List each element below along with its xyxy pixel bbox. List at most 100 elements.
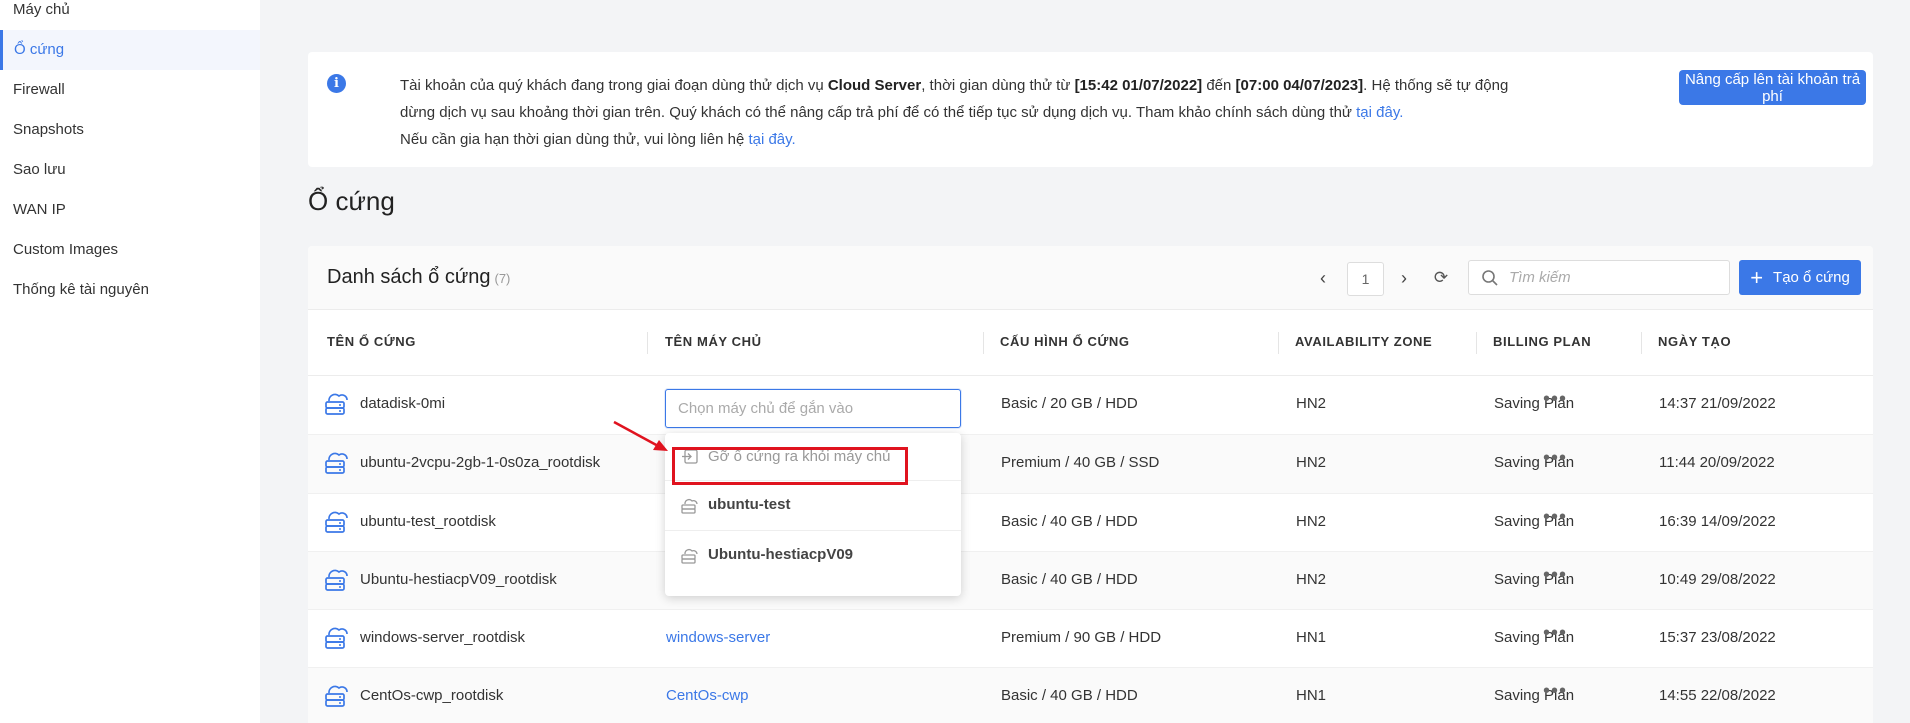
sidebar-item-snapshots[interactable]: Snapshots: [0, 110, 260, 150]
disk-name: ubuntu-2vcpu-2gb-1-0s0za_rootdisk: [360, 454, 601, 471]
notice-text-part: Nếu cần gia hạn thời gian dùng thử, vui …: [400, 131, 749, 148]
disk-name: Ubuntu-hestiacpV09_rootdisk: [360, 571, 557, 588]
disk-icon: [324, 508, 350, 538]
created-date: 14:55 22/08/2022: [1659, 687, 1776, 704]
notice-text-part: . Hệ thống sẽ tự động: [1363, 77, 1509, 94]
sidebar-item-label: Custom Images: [13, 241, 119, 258]
notice-trial-start: [15:42 01/07/2022]: [1074, 77, 1203, 94]
panel-header: Danh sách ổ cứng(7) ‹ 1 › ⟳ + Tạo ổ cứng: [308, 246, 1873, 310]
sidebar-item-firewall[interactable]: Firewall: [0, 70, 260, 110]
trial-notice: i Tài khoản của quý khách đang trong gia…: [308, 52, 1873, 167]
create-disk-button[interactable]: + Tạo ổ cứng: [1739, 260, 1861, 295]
sidebar-item-label: Firewall: [13, 81, 65, 98]
column-header-availability-zone[interactable]: AVAILABILITY ZONE: [1295, 334, 1432, 349]
sidebar-item-resource-stats[interactable]: Thống kê tài nguyên: [0, 270, 260, 310]
panel-title: Danh sách ổ cứng (7): [327, 266, 510, 289]
disk-name: CentOs-cwp_rootdisk: [360, 687, 504, 704]
column-header-disk-config[interactable]: CẤU HÌNH Ổ CỨNG: [1000, 334, 1130, 349]
column-divider: [1278, 332, 1279, 354]
notice-text-part: dừng dịch vụ sau khoảng thời gian trên. …: [400, 104, 1357, 121]
sidebar: Máy chủ Ổ cứng Firewall Snapshots Sao lư…: [0, 0, 260, 723]
contact-link[interactable]: tại đây.: [748, 131, 795, 148]
created-date: 10:49 29/08/2022: [1659, 571, 1776, 588]
plus-icon: +: [1750, 264, 1764, 290]
create-disk-label: Tạo ổ cứng: [1773, 269, 1850, 286]
page-title: Ổ cứng: [308, 186, 395, 216]
trial-policy-link[interactable]: tại đây.: [1356, 104, 1403, 121]
sidebar-item-wan-ip[interactable]: WAN IP: [0, 190, 260, 230]
disk-config: Premium / 90 GB / HDD: [1001, 629, 1162, 646]
disk-config: Basic / 20 GB / HDD: [1001, 395, 1138, 412]
notice-text: Tài khoản của quý khách đang trong giai …: [400, 72, 1540, 153]
availability-zone: HN2: [1296, 454, 1327, 471]
disk-name: windows-server_rootdisk: [360, 629, 526, 646]
column-header-created[interactable]: NGÀY TẠO: [1658, 334, 1731, 349]
column-divider: [1476, 332, 1477, 354]
refresh-icon[interactable]: ⟳: [1428, 265, 1454, 291]
sidebar-item-label: Sao lưu: [13, 161, 66, 178]
sidebar-item-custom-images[interactable]: Custom Images: [0, 230, 260, 270]
availability-zone: HN2: [1296, 395, 1327, 412]
server-icon: [681, 499, 698, 514]
search-input[interactable]: [1509, 261, 1719, 294]
column-divider: [1641, 332, 1642, 354]
more-icon[interactable]: •••: [1543, 564, 1567, 587]
disk-icon: [324, 566, 350, 596]
server-option-label: ubuntu-test: [708, 496, 791, 513]
availability-zone: HN1: [1296, 687, 1327, 704]
panel-title-text: Danh sách ổ cứng: [327, 266, 491, 288]
disk-icon: [324, 624, 350, 654]
disk-icon: [324, 449, 350, 479]
search-icon: [1482, 270, 1498, 286]
more-icon[interactable]: •••: [1543, 506, 1567, 529]
server-name-link[interactable]: windows-server: [666, 629, 770, 646]
more-icon[interactable]: •••: [1543, 622, 1567, 645]
table-row[interactable]: CentOs-cwp_rootdisk CentOs-cwp Basic / 40 …: [308, 668, 1873, 723]
disk-icon: [324, 390, 350, 420]
notice-service: Cloud Server: [827, 77, 922, 94]
disk-name: datadisk-0mi: [360, 395, 446, 412]
created-date: 15:37 23/08/2022: [1659, 629, 1776, 646]
availability-zone: HN2: [1296, 513, 1327, 530]
server-option[interactable]: Ubuntu-hestiacpV09: [665, 531, 961, 581]
disk-config: Basic / 40 GB / HDD: [1001, 513, 1138, 530]
server-option[interactable]: ubuntu-test: [665, 481, 961, 531]
created-date: 16:39 14/09/2022: [1659, 513, 1776, 530]
more-icon[interactable]: •••: [1543, 447, 1567, 470]
chevron-left-icon[interactable]: ‹: [1310, 265, 1336, 291]
upgrade-button[interactable]: Nâng cấp lên tài khoản trả phí: [1679, 70, 1866, 105]
disk-config: Basic / 40 GB / HDD: [1001, 571, 1138, 588]
created-date: 11:44 20/09/2022: [1659, 454, 1775, 471]
column-divider: [647, 332, 648, 354]
main-content: i Tài khoản của quý khách đang trong gia…: [260, 0, 1910, 723]
search-box: [1468, 260, 1730, 295]
column-header-billing-plan[interactable]: BILLING PLAN: [1493, 334, 1591, 349]
column-header-server-name[interactable]: TÊN MÁY CHỦ: [665, 334, 762, 349]
table-row[interactable]: Ubuntu-hestiacpV09_rootdisk Basic / 40 GB…: [308, 552, 1873, 610]
sidebar-item-backup[interactable]: Sao lưu: [0, 150, 260, 190]
sidebar-item-label: Ổ cứng: [14, 41, 65, 58]
chevron-right-icon[interactable]: ›: [1391, 265, 1417, 291]
sidebar-item-label: Máy chủ: [13, 1, 70, 18]
table-row[interactable]: ubuntu-test_rootdisk Basic / 40 GB / HDD H…: [308, 494, 1873, 552]
sidebar-item-disks[interactable]: Ổ cứng: [0, 30, 260, 70]
table-row[interactable]: ubuntu-2vcpu-2gb-1-0s0za_rootdisk Premium…: [308, 435, 1873, 494]
page-number[interactable]: 1: [1347, 262, 1384, 296]
table-row[interactable]: windows-server_rootdisk windows-server Pre…: [308, 610, 1873, 668]
disk-config: Basic / 40 GB / HDD: [1001, 687, 1138, 704]
table-row[interactable]: datadisk-0mi Basic / 20 GB / HDD HN2 Saving…: [308, 376, 1873, 435]
server-select[interactable]: [665, 389, 961, 428]
sidebar-item-servers[interactable]: Máy chủ: [0, 0, 260, 30]
annotation-highlight-box: [672, 447, 908, 485]
availability-zone: HN2: [1296, 571, 1327, 588]
notice-text-part: đến: [1202, 77, 1236, 94]
server-name-link[interactable]: CentOs-cwp: [666, 687, 749, 704]
server-select-input[interactable]: [678, 390, 948, 427]
server-icon: [681, 549, 698, 564]
sidebar-item-label: Thống kê tài nguyên: [13, 281, 149, 298]
more-icon[interactable]: •••: [1543, 388, 1567, 411]
disk-config: Premium / 40 GB / SSD: [1001, 454, 1160, 471]
column-header-disk-name[interactable]: TÊN Ổ CỨNG: [327, 334, 416, 349]
more-icon[interactable]: •••: [1543, 680, 1567, 703]
disk-count: (7): [494, 271, 511, 286]
